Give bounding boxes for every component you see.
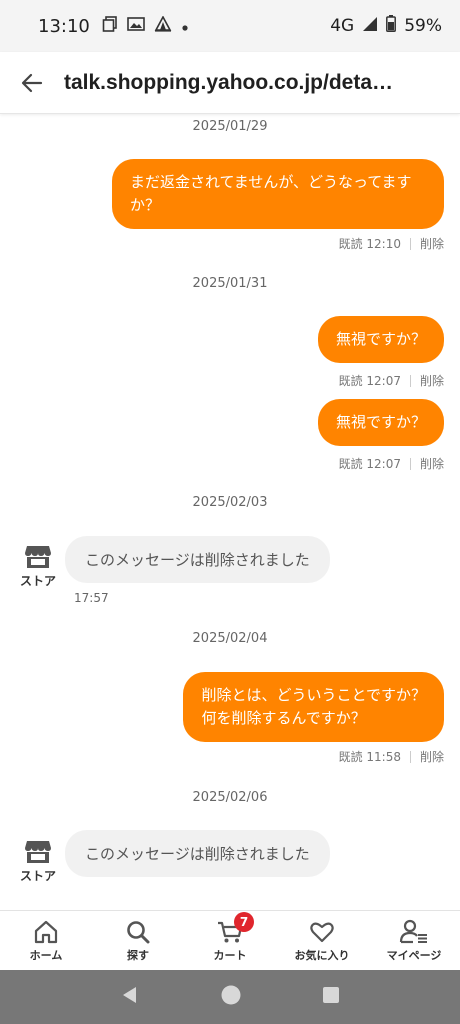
- date-separator: 2025/02/06: [192, 790, 268, 805]
- meta-divider: [409, 750, 411, 763]
- read-time: 既読 12:10: [338, 237, 401, 251]
- back-button[interactable]: [0, 52, 64, 114]
- delete-link[interactable]: 削除: [420, 748, 444, 765]
- store-avatar[interactable]: ストア: [16, 839, 60, 884]
- message-meta: 既読 12:07 削除: [339, 455, 444, 472]
- date-separator: 2025/02/03: [192, 495, 268, 510]
- read-time: 既読 11:58: [338, 750, 401, 764]
- message-line: 何を削除するんですか？: [201, 709, 366, 727]
- message-meta: 既読 11:58 削除: [339, 748, 444, 765]
- incoming-message: このメッセージは削除されました: [65, 830, 330, 877]
- tab-label: カート: [213, 948, 247, 962]
- meta-divider: [409, 237, 411, 250]
- gallery-icon: [127, 16, 145, 37]
- search-icon: [127, 920, 150, 943]
- tab-label: お気に入り: [294, 948, 350, 962]
- tab-label: ホーム: [29, 948, 63, 962]
- meta-divider: [409, 457, 411, 470]
- bottom-tab-bar: ホーム 探す 7 カート お気に入り マイページ: [0, 910, 460, 970]
- battery-percent: 59%: [404, 16, 442, 36]
- tab-home[interactable]: ホーム: [0, 911, 92, 970]
- status-time: 13:10: [38, 15, 90, 37]
- store-avatar[interactable]: ストア: [16, 544, 60, 589]
- tab-label: マイページ: [386, 948, 442, 962]
- tab-favorites[interactable]: お気に入り: [276, 911, 368, 970]
- outgoing-message: 無視ですか？: [317, 399, 444, 446]
- home-icon: [34, 920, 58, 943]
- nav-back-button[interactable]: [120, 985, 140, 1009]
- tent-icon: [154, 14, 172, 37]
- delete-link[interactable]: 削除: [420, 235, 444, 252]
- signal-icon: [362, 16, 378, 37]
- user-icon: [399, 919, 427, 943]
- message-line: 削除とは、どういうことですか？: [201, 686, 426, 704]
- chat-thread[interactable]: 2025/01/29 まだ返金されてませんが、どうなってますか？ 既読 12:1…: [0, 114, 460, 910]
- tab-mypage[interactable]: マイページ: [368, 911, 460, 970]
- date-separator: 2025/01/29: [192, 119, 268, 134]
- date-separator: 2025/01/31: [192, 276, 268, 291]
- notification-dot-icon: [181, 16, 189, 37]
- tab-label: 探す: [127, 948, 149, 962]
- incoming-message: このメッセージは削除されました: [65, 536, 330, 583]
- message-meta: 既読 12:07 削除: [339, 372, 444, 389]
- outgoing-message: 無視ですか？: [317, 316, 444, 363]
- delete-link[interactable]: 削除: [420, 372, 444, 389]
- outgoing-message: まだ返金されてませんが、どうなってますか？: [112, 159, 444, 229]
- browser-toolbar: talk.shopping.yahoo.co.jp/detail…: [0, 52, 460, 114]
- store-icon: [25, 546, 51, 568]
- network-type: 4G: [330, 16, 355, 36]
- nav-recents-button[interactable]: [322, 986, 340, 1008]
- back-arrow-icon: [21, 73, 43, 92]
- store-icon: [25, 841, 51, 863]
- square-recents-icon: [323, 987, 339, 1003]
- message-meta: 既読 12:10 削除: [339, 235, 444, 252]
- store-label: ストア: [19, 869, 56, 883]
- meta-divider: [409, 374, 411, 387]
- page-url[interactable]: talk.shopping.yahoo.co.jp/detail…: [64, 71, 394, 95]
- delete-link[interactable]: 削除: [420, 455, 444, 472]
- tab-cart[interactable]: 7 カート: [184, 911, 276, 970]
- battery-icon: [386, 15, 397, 37]
- copy-icon: [102, 15, 118, 37]
- circle-home-icon: [221, 985, 241, 1005]
- triangle-back-icon: [123, 987, 136, 1003]
- system-nav-bar: [0, 970, 460, 1024]
- nav-home-button[interactable]: [220, 984, 242, 1010]
- read-time: 既読 12:07: [338, 457, 401, 471]
- incoming-time: 17:57: [74, 591, 109, 605]
- date-separator: 2025/02/04: [192, 631, 268, 646]
- heart-icon: [310, 922, 334, 942]
- outgoing-message: 削除とは、どういうことですか？ 何を削除するんですか？: [183, 672, 444, 742]
- read-time: 既読 12:07: [338, 374, 401, 388]
- status-bar: 13:10 4G 59%: [0, 0, 460, 52]
- store-label: ストア: [19, 574, 56, 588]
- tab-search[interactable]: 探す: [92, 911, 184, 970]
- cart-count-badge: 7: [234, 912, 254, 932]
